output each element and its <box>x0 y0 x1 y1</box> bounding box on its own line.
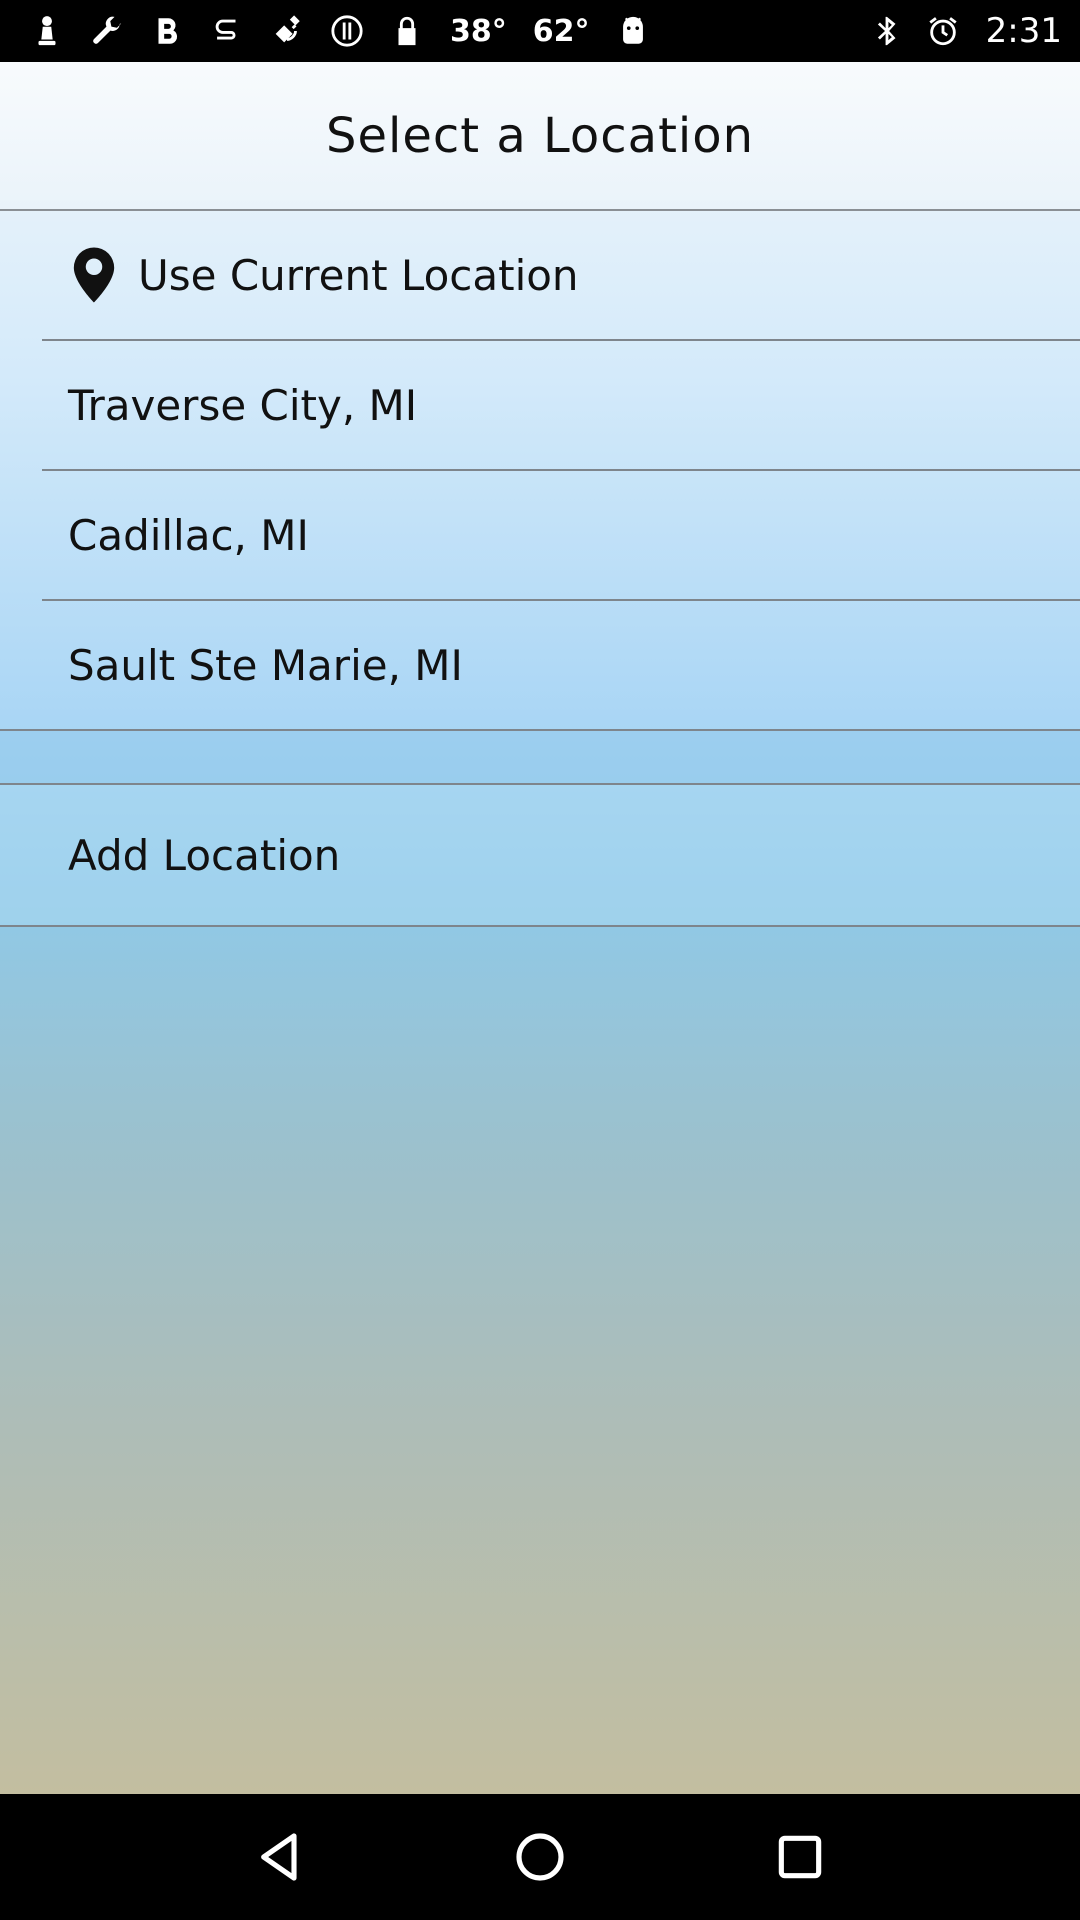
android-icon <box>616 14 650 48</box>
temperature-reading-2: 62° <box>532 13 590 49</box>
location-label: Traverse City, MI <box>68 380 418 430</box>
location-item-traverse-city[interactable]: Traverse City, MI <box>0 341 1080 469</box>
location-label: Sault Ste Marie, MI <box>68 640 463 690</box>
bluetooth-icon <box>870 14 904 48</box>
alert-circle-icon <box>330 14 364 48</box>
section-spacer <box>0 731 1080 783</box>
status-icons-left: 38° 62° <box>30 14 870 49</box>
recents-icon[interactable] <box>770 1827 830 1887</box>
divider <box>0 925 1080 927</box>
use-current-location-item[interactable]: Use Current Location <box>0 211 1080 339</box>
location-pin-icon <box>72 247 116 303</box>
status-icons-right: 2:31 <box>870 11 1062 51</box>
location-label: Cadillac, MI <box>68 510 309 560</box>
home-icon[interactable] <box>510 1827 570 1887</box>
location-item-cadillac[interactable]: Cadillac, MI <box>0 471 1080 599</box>
temperature-reading-1: 38° <box>450 13 507 49</box>
location-picker: Select a Location Use Current Location T… <box>0 62 1080 1794</box>
s-swirl-icon <box>210 14 244 48</box>
status-bar: 38° 62° 2:31 <box>0 0 1080 62</box>
location-item-sault-ste-marie[interactable]: Sault Ste Marie, MI <box>0 601 1080 729</box>
status-time: 2:31 <box>985 11 1062 51</box>
chess-pawn-icon <box>30 14 64 48</box>
fake-gps-satellite-icon <box>270 14 304 48</box>
add-location-label: Add Location <box>68 830 341 880</box>
page-header: Select a Location <box>0 62 1080 211</box>
page-title: Select a Location <box>325 107 755 164</box>
alarm-icon <box>926 14 960 48</box>
use-current-location-label: Use Current Location <box>138 250 579 300</box>
screen: 38° 62° 2:31 Select a Location Use Curre… <box>0 0 1080 1920</box>
back-icon[interactable] <box>250 1827 310 1887</box>
navigation-bar <box>0 1794 1080 1920</box>
wrench-icon <box>90 14 124 48</box>
bold-b-icon <box>150 14 184 48</box>
add-location-button[interactable]: Add Location <box>0 785 1080 925</box>
lock-icon <box>390 14 424 48</box>
